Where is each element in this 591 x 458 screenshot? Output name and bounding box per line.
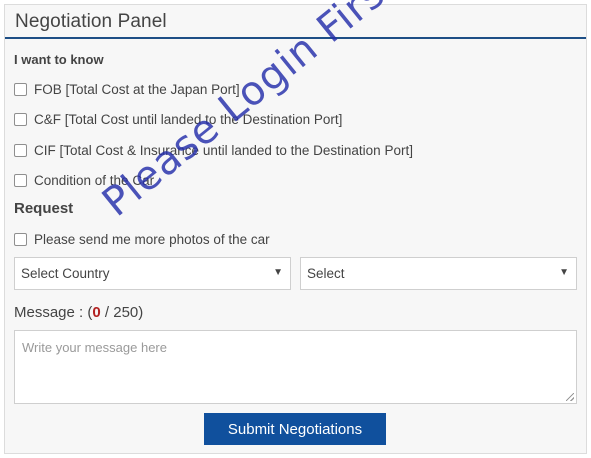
chevron-down-icon: ▼	[559, 267, 569, 278]
message-count-separator: /	[100, 304, 114, 321]
panel-header: Negotiation Panel	[5, 5, 586, 39]
request-section-title: Request	[14, 200, 74, 217]
know-section-title: I want to know	[14, 52, 104, 67]
option-condition[interactable]: Condition of the Car	[14, 170, 154, 190]
cf-label: C&F [Total Cost until landed to the Dest…	[34, 111, 343, 127]
cif-checkbox[interactable]	[14, 143, 27, 157]
message-count-max: 250	[113, 304, 139, 321]
condition-label: Condition of the Car	[34, 172, 155, 188]
negotiation-panel: Negotiation Panel I want to know FOB [To…	[4, 4, 587, 454]
resize-handle-icon[interactable]	[566, 393, 574, 401]
panel-title: Negotiation Panel	[15, 11, 167, 32]
submit-negotiations-button[interactable]: Submit Negotiations	[204, 413, 386, 445]
port-select[interactable]: Select ▼	[300, 257, 577, 290]
fob-label: FOB [Total Cost at the Japan Port]	[34, 81, 240, 97]
chevron-down-icon: ▼	[273, 267, 283, 278]
message-label-suffix: )	[138, 304, 144, 321]
more-photos-label: Please send me more photos of the car	[34, 231, 270, 247]
country-select[interactable]: Select Country ▼	[14, 257, 291, 290]
port-select-value: Select	[307, 266, 345, 281]
cif-label: CIF [Total Cost & Insurance until landed…	[34, 142, 413, 158]
message-label: Message : (0 / 250)	[14, 304, 143, 321]
country-select-value: Select Country	[21, 266, 110, 281]
option-fob[interactable]: FOB [Total Cost at the Japan Port]	[14, 79, 240, 99]
message-textarea[interactable]: Write your message here	[14, 330, 577, 404]
message-placeholder: Write your message here	[22, 340, 167, 355]
option-cif[interactable]: CIF [Total Cost & Insurance until landed…	[14, 140, 413, 160]
message-label-prefix: Message : (	[14, 304, 93, 321]
message-count-current: 0	[92, 304, 101, 321]
cf-checkbox[interactable]	[14, 112, 27, 126]
option-cf[interactable]: C&F [Total Cost until landed to the Dest…	[14, 109, 342, 129]
condition-checkbox[interactable]	[14, 173, 27, 187]
more-photos-checkbox[interactable]	[14, 232, 27, 246]
fob-checkbox[interactable]	[14, 82, 27, 96]
option-more-photos[interactable]: Please send me more photos of the car	[14, 229, 270, 249]
